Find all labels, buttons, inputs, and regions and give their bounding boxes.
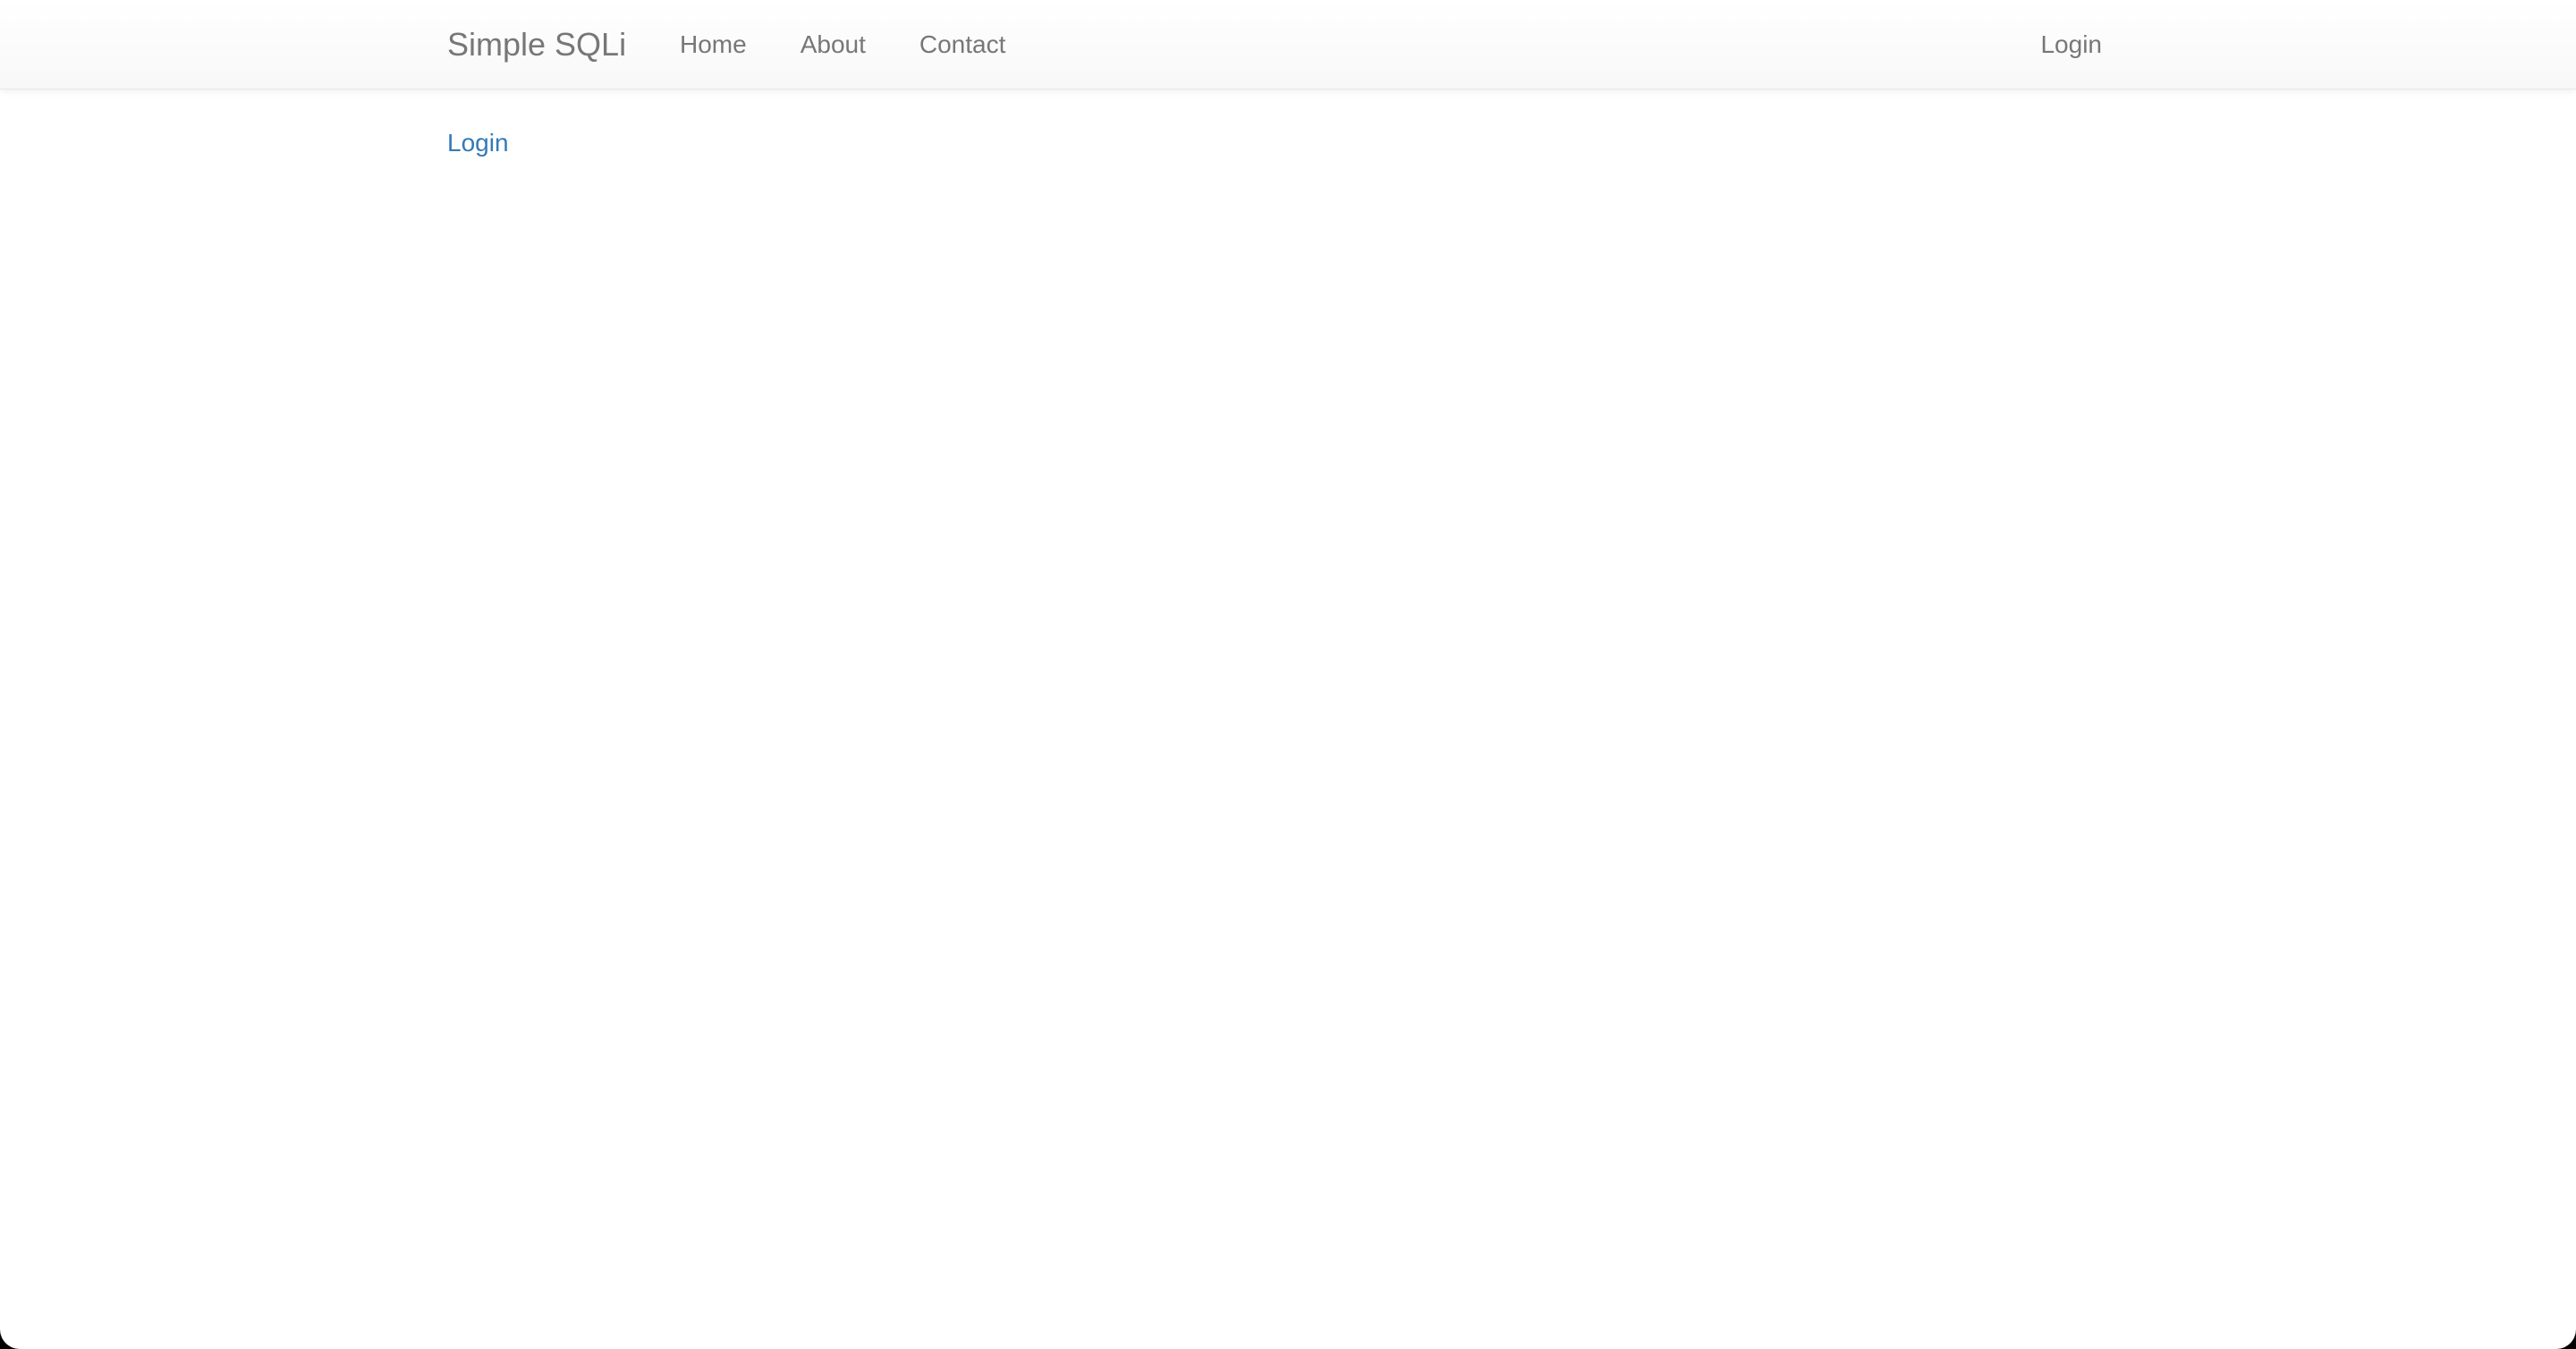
nav-links: Home About Contact: [680, 0, 1059, 89]
login-link[interactable]: Login: [447, 129, 509, 157]
nav-about-link[interactable]: About: [801, 0, 866, 89]
brand-link[interactable]: Simple SQLi: [447, 0, 626, 89]
nav-contact-link[interactable]: Contact: [919, 0, 1006, 89]
top-navbar: Simple SQLi Home About Contact Login: [0, 0, 2576, 89]
nav-login-link[interactable]: Login: [2040, 0, 2102, 89]
nav-home-link[interactable]: Home: [680, 0, 747, 89]
browser-page: Simple SQLi Home About Contact Login Log…: [0, 0, 2576, 1349]
navbar-container: Simple SQLi Home About Contact Login: [447, 0, 2102, 89]
main-content: Login: [447, 123, 2102, 163]
